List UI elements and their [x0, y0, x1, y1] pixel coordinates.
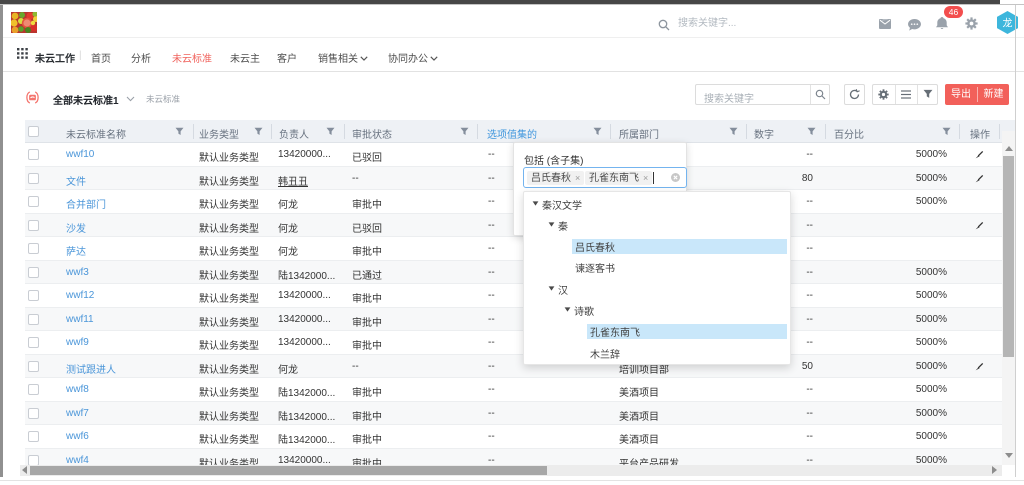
svg-text:龙: 龙: [1003, 17, 1013, 30]
